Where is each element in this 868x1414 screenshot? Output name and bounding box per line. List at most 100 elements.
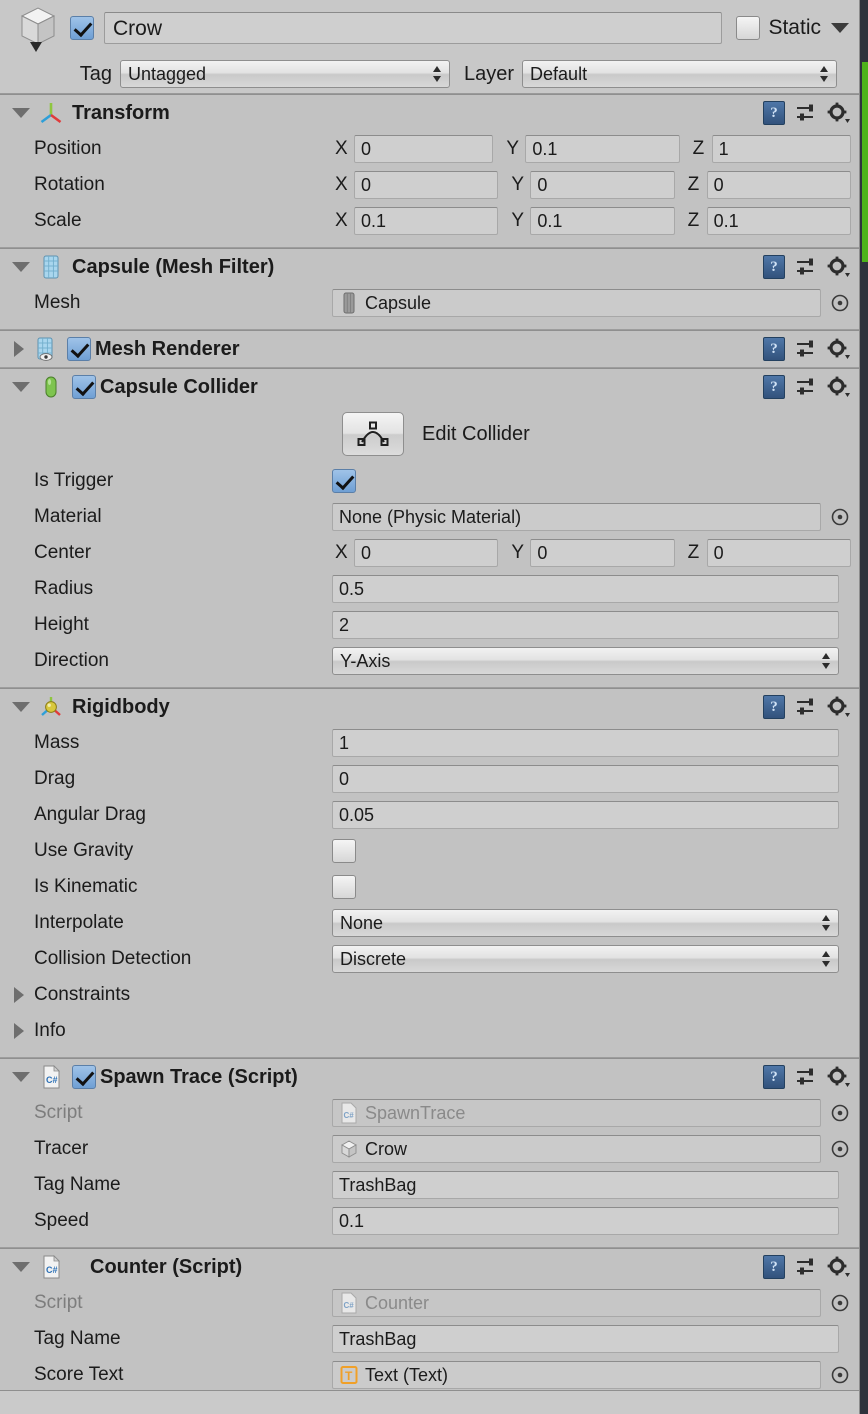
foldout-arrow-icon[interactable] [12,1072,30,1082]
help-book-icon[interactable]: ? [763,101,785,125]
component-header-transform[interactable]: Transform ? [0,95,859,131]
rotation-y-input[interactable]: 0 [530,171,675,199]
foldout-arrow-icon[interactable] [14,1023,24,1039]
foldout-arrow-icon[interactable] [14,987,24,1003]
preset-sliders-icon[interactable] [795,377,817,397]
row-label: Is Trigger [34,470,114,491]
preset-sliders-icon[interactable] [795,1257,817,1277]
help-book-icon[interactable]: ? [763,255,785,279]
foldout-arrow-icon[interactable] [12,702,30,712]
gear-icon[interactable] [827,1066,851,1088]
is-trigger-checkbox[interactable] [332,469,356,493]
object-picker-icon[interactable] [829,1292,851,1314]
axis-label-z: Z [687,542,700,563]
counter-tag-name-input[interactable]: TrashBag [332,1325,839,1353]
svg-text:C#: C# [46,1075,58,1085]
mesh-renderer-enabled-checkbox[interactable] [67,337,91,361]
spawn-trace-enabled-checkbox[interactable] [72,1065,96,1089]
spawn-tag-name-input[interactable]: TrashBag [332,1171,839,1199]
object-picker-icon[interactable] [829,506,851,528]
gear-icon[interactable] [827,338,851,360]
scale-x-input[interactable]: 0.1 [354,207,499,235]
gear-icon[interactable] [827,102,851,124]
height-value: 2 [339,615,350,635]
gameobject-enabled-checkbox[interactable] [70,16,94,40]
preset-sliders-icon[interactable] [795,1067,817,1087]
preset-sliders-icon[interactable] [795,697,817,717]
foldout-arrow-icon[interactable] [12,108,30,118]
edit-collider-button[interactable] [342,412,404,456]
collision-detection-dropdown[interactable]: Discrete [332,945,839,973]
center-x-input[interactable]: 0 [354,539,499,567]
gear-icon[interactable] [827,696,851,718]
axis-label-y: Y [506,138,520,159]
help-book-icon[interactable]: ? [763,337,785,361]
row-label: Angular Drag [34,804,146,825]
static-checkbox[interactable] [736,16,761,40]
svg-text:C#: C# [344,1301,355,1310]
help-book-icon[interactable]: ? [763,1255,785,1279]
rotation-x-input[interactable]: 0 [354,171,499,199]
component-header-mesh-filter[interactable]: Capsule (Mesh Filter) ? [0,249,859,285]
center-y-input[interactable]: 0 [530,539,675,567]
is-kinematic-checkbox[interactable] [332,875,356,899]
mass-input[interactable]: 1 [332,729,839,757]
mass-value: 1 [339,733,350,753]
static-dropdown-icon[interactable] [831,23,849,33]
row-label: Direction [34,650,109,671]
row-info[interactable]: Info [0,1013,859,1049]
radius-input[interactable]: 0.5 [332,575,839,603]
foldout-arrow-icon[interactable] [12,382,30,392]
component-header-counter[interactable]: C# Counter (Script) ? [0,1249,859,1285]
component-title: Rigidbody [72,695,170,718]
position-x-input[interactable]: 0 [354,135,494,163]
object-picker-icon[interactable] [829,1364,851,1386]
position-y-input[interactable]: 0.1 [525,135,680,163]
help-book-icon[interactable]: ? [763,375,785,399]
tracer-object-field[interactable]: Crow [332,1135,821,1163]
height-input[interactable]: 2 [332,611,839,639]
object-picker-icon[interactable] [829,1138,851,1160]
mesh-object-field[interactable]: Capsule [332,289,821,317]
component-header-mesh-renderer[interactable]: Mesh Renderer ? [0,331,859,367]
object-picker-icon[interactable] [829,1102,851,1124]
tag-dropdown[interactable]: Untagged [120,60,450,88]
interpolate-dropdown[interactable]: None [332,909,839,937]
speed-input[interactable]: 0.1 [332,1207,839,1235]
scale-y-input[interactable]: 0.1 [530,207,675,235]
drag-input[interactable]: 0 [332,765,839,793]
use-gravity-checkbox[interactable] [332,839,356,863]
component-header-rigidbody[interactable]: Rigidbody ? [0,689,859,725]
component-header-capsule-collider[interactable]: Capsule Collider ? [0,369,859,405]
foldout-arrow-icon[interactable] [12,262,30,272]
gear-icon[interactable] [827,1256,851,1278]
scrollbar-gutter[interactable] [860,0,868,1414]
rotation-z-input[interactable]: 0 [706,171,851,199]
center-z-input[interactable]: 0 [706,539,851,567]
object-picker-icon[interactable] [829,292,851,314]
scale-z-input[interactable]: 0.1 [706,207,851,235]
component-mesh-filter: Capsule (Mesh Filter) ? Mesh Capsule [0,248,859,330]
position-z-input[interactable]: 1 [711,135,851,163]
score-text-object-field[interactable]: T Text (Text) [332,1361,821,1389]
gear-icon[interactable] [827,376,851,398]
row-constraints[interactable]: Constraints [0,977,859,1013]
preset-sliders-icon[interactable] [795,339,817,359]
help-book-icon[interactable]: ? [763,695,785,719]
axis-label-x: X [335,210,348,231]
gear-icon[interactable] [827,256,851,278]
preset-sliders-icon[interactable] [795,103,817,123]
component-header-spawn-trace[interactable]: C# Spawn Trace (Script) ? [0,1059,859,1095]
foldout-arrow-icon[interactable] [12,1262,30,1272]
gameobject-name-input[interactable]: Crow [104,12,723,44]
foldout-arrow-icon[interactable] [14,341,24,357]
preset-sliders-icon[interactable] [795,257,817,277]
capsule-collider-enabled-checkbox[interactable] [72,375,96,399]
angular-drag-input[interactable]: 0.05 [332,801,839,829]
direction-dropdown[interactable]: Y-Axis [332,647,839,675]
help-book-icon[interactable]: ? [763,1065,785,1089]
physic-material-object-field[interactable]: None (Physic Material) [332,503,821,531]
collision-detection-value: Discrete [340,949,407,969]
layer-dropdown[interactable]: Default [522,60,837,88]
row-label: Drag [34,768,76,789]
